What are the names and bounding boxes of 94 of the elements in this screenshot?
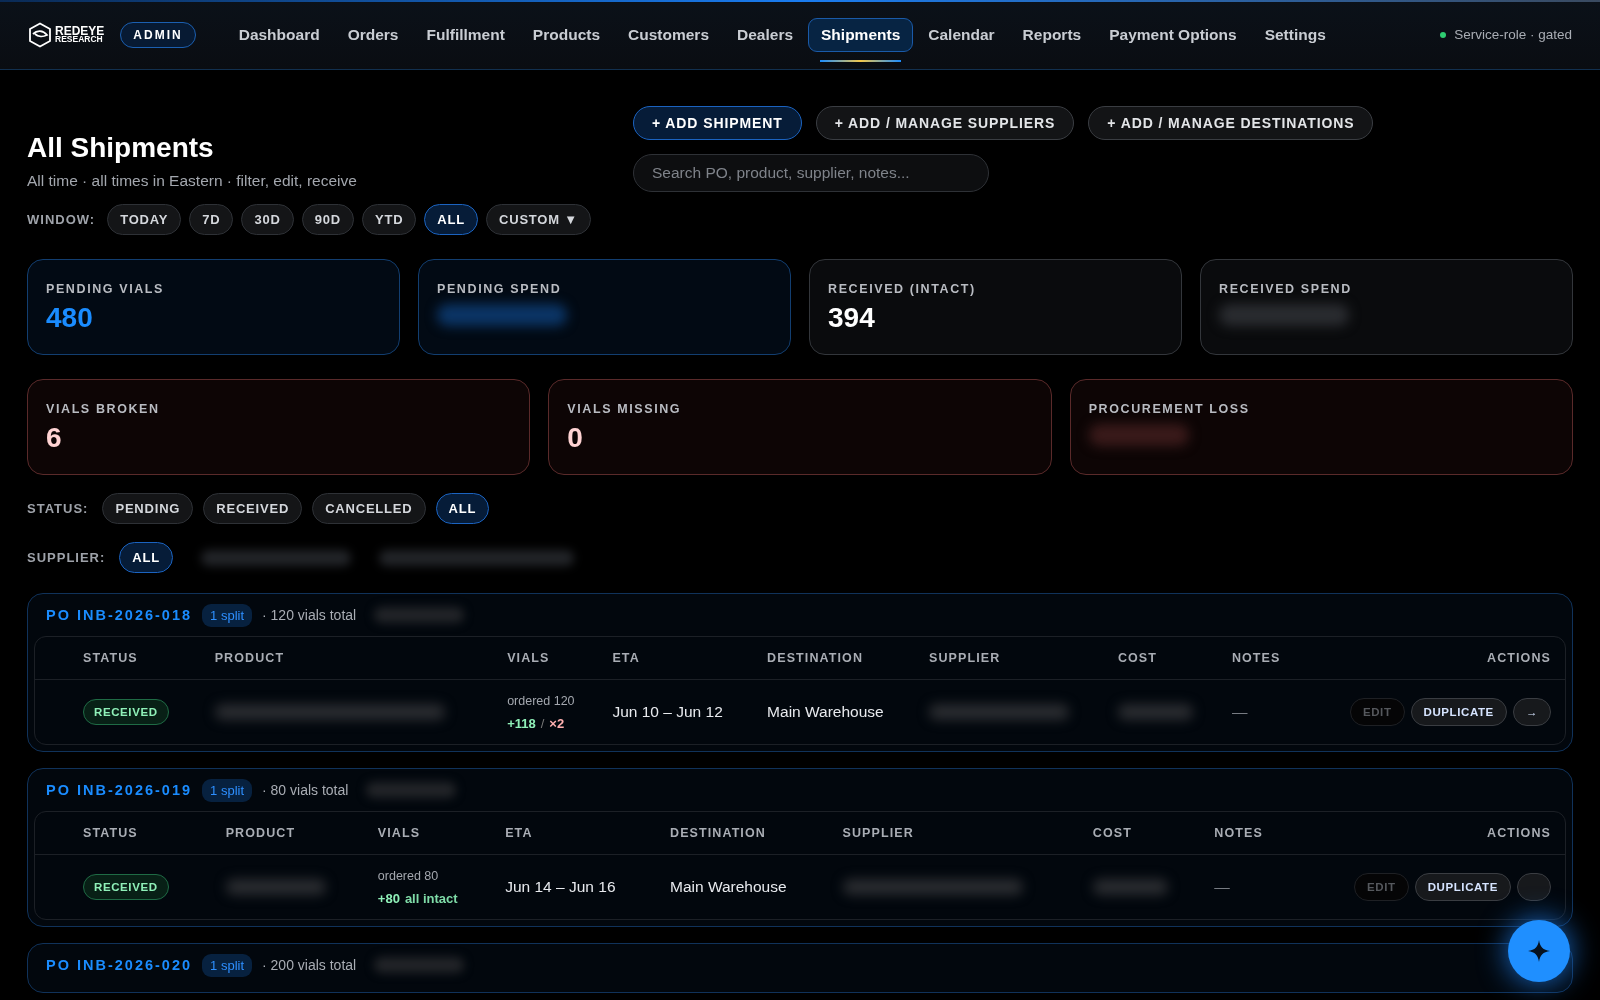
column-header: VIALS bbox=[495, 637, 601, 680]
received-count: +80 bbox=[377, 890, 400, 906]
ordered-count: ordered 80 bbox=[377, 868, 440, 883]
filter-pill[interactable]: CUSTOM ▼ bbox=[486, 204, 591, 235]
split-badge: 1 split bbox=[202, 778, 253, 802]
filter-pill[interactable]: 90D bbox=[301, 204, 354, 235]
status-badge: RECEIVED bbox=[83, 699, 169, 725]
damaged-count: ×2 bbox=[549, 715, 565, 731]
po-number[interactable]: PO INB-2026-020 bbox=[46, 957, 193, 973]
stat-value: 394 bbox=[828, 302, 876, 334]
add-button[interactable]: + ADD / MANAGE SUPPLIERS bbox=[815, 106, 1075, 140]
nav-tab[interactable]: Fulfillment bbox=[413, 17, 518, 52]
destination-cell: Main Warehouse bbox=[658, 854, 831, 919]
filter-pill[interactable]: ALL bbox=[435, 493, 490, 524]
filter-pill[interactable]: ALL bbox=[119, 542, 173, 573]
column-header: ACTIONS bbox=[1291, 812, 1565, 855]
vials-total: · 120 vials total bbox=[262, 607, 357, 623]
nav-tab[interactable]: Calendar bbox=[915, 17, 1008, 52]
vials-total: · 80 vials total bbox=[262, 782, 349, 798]
filter-pill[interactable]: YTD bbox=[361, 204, 417, 235]
nav-tab[interactable]: Dealers bbox=[724, 17, 807, 52]
brand-subtitle: RESEARCH bbox=[55, 36, 105, 44]
eta-cell: Jun 10 – Jun 12 bbox=[600, 679, 756, 744]
vials-total: · 200 vials total bbox=[262, 957, 357, 973]
nav-tab[interactable]: Settings bbox=[1251, 17, 1339, 52]
column-header: SUPPLIER bbox=[917, 637, 1106, 680]
column-header: PRODUCT bbox=[202, 637, 496, 680]
filter-pill[interactable]: RECEIVED bbox=[203, 493, 303, 524]
split-badge: 1 split bbox=[202, 953, 253, 977]
role-badge: ADMIN bbox=[120, 21, 196, 48]
column-header: STATUS bbox=[35, 812, 214, 855]
nav-tab[interactable]: Payment Options bbox=[1096, 17, 1250, 52]
column-header: ETA bbox=[493, 812, 658, 855]
stat-value: 6 bbox=[46, 422, 63, 454]
page-subtitle: All time · all times in Eastern · filter, edit, receive bbox=[27, 172, 358, 190]
nav-tab[interactable]: Products bbox=[519, 17, 614, 52]
column-header: ACTIONS bbox=[1303, 637, 1565, 680]
filter-label: STATUS: bbox=[27, 501, 89, 516]
action-button[interactable]: → bbox=[1512, 698, 1551, 726]
stat-label: VIALS BROKEN bbox=[46, 402, 161, 416]
filter-pill[interactable]: ALL bbox=[424, 204, 478, 235]
action-button[interactable]: DUPLICATE bbox=[1414, 873, 1511, 901]
add-button[interactable]: + ADD / MANAGE DESTINATIONS bbox=[1088, 106, 1374, 140]
column-header: STATUS bbox=[35, 637, 203, 680]
logo-icon bbox=[28, 21, 52, 48]
search-field[interactable]: Search PO, product, supplier, notes... bbox=[633, 154, 989, 192]
column-header: DESTINATION bbox=[658, 812, 831, 855]
notes-cell: — bbox=[1219, 679, 1304, 744]
status-text: Service-role · gated bbox=[1454, 27, 1572, 42]
sparkle-icon bbox=[1527, 939, 1551, 963]
destination-cell: Main Warehouse bbox=[755, 679, 917, 744]
column-header: PRODUCT bbox=[213, 812, 366, 855]
stat-value: 480 bbox=[46, 302, 94, 334]
received-count: +118 bbox=[507, 715, 536, 731]
column-header: COST bbox=[1080, 812, 1203, 855]
separator: / bbox=[540, 715, 545, 731]
column-header: NOTES bbox=[1202, 812, 1292, 855]
filter-pill[interactable]: CANCELLED bbox=[312, 493, 426, 524]
page-title: All Shipments bbox=[27, 132, 215, 164]
action-button[interactable]: DUPLICATE bbox=[1410, 698, 1507, 726]
nav-tab[interactable]: Orders bbox=[334, 17, 412, 52]
filter-label: WINDOW: bbox=[27, 212, 96, 227]
status-badge: RECEIVED bbox=[83, 874, 169, 900]
stat-label: RECEIVED SPEND bbox=[1219, 282, 1353, 296]
stat-label: PROCUREMENT LOSS bbox=[1088, 402, 1251, 416]
eta-cell: Jun 14 – Jun 16 bbox=[493, 854, 658, 919]
stat-label: VIALS MISSING bbox=[567, 402, 683, 416]
stat-label: PENDING SPEND bbox=[437, 282, 563, 296]
nav-tab[interactable]: Shipments bbox=[808, 17, 914, 52]
column-header: DESTINATION bbox=[755, 637, 917, 680]
notes-cell: — bbox=[1202, 854, 1292, 919]
brand-name: REDEYE bbox=[55, 25, 105, 36]
po-number[interactable]: PO INB-2026-018 bbox=[46, 607, 193, 623]
stat-label: RECEIVED (INTACT) bbox=[828, 282, 977, 296]
filter-pill[interactable]: PENDING bbox=[102, 493, 194, 524]
intact-note: all intact bbox=[404, 890, 458, 906]
po-number[interactable]: PO INB-2026-019 bbox=[46, 782, 193, 798]
stat-value: 0 bbox=[567, 422, 584, 454]
split-badge: 1 split bbox=[202, 603, 253, 627]
column-header: COST bbox=[1105, 637, 1220, 680]
filter-pill[interactable]: 7D bbox=[189, 204, 234, 235]
column-header: NOTES bbox=[1219, 637, 1304, 680]
nav-tab[interactable]: Reports bbox=[1009, 17, 1095, 52]
filter-label: SUPPLIER: bbox=[27, 550, 106, 565]
nav-tab[interactable]: Customers bbox=[615, 17, 722, 52]
column-header: SUPPLIER bbox=[830, 812, 1081, 855]
add-button[interactable]: + ADD SHIPMENT bbox=[633, 106, 802, 140]
stat-label: PENDING VIALS bbox=[46, 282, 166, 296]
filter-pill[interactable]: 30D bbox=[241, 204, 294, 235]
nav-tab[interactable]: Dashboard bbox=[225, 17, 333, 52]
column-header: ETA bbox=[600, 637, 756, 680]
ordered-count: ordered 120 bbox=[507, 693, 576, 708]
column-header: VIALS bbox=[365, 812, 494, 855]
filter-pill[interactable]: TODAY bbox=[107, 204, 182, 235]
